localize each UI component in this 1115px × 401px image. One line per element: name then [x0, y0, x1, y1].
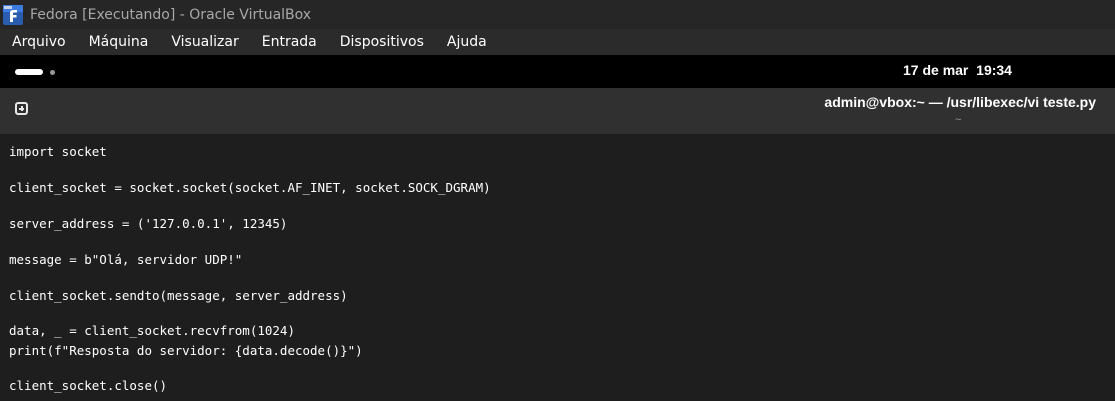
code-line: data, _ = client_socket.recvfrom(1024) [9, 323, 295, 338]
code-line: client_socket.sendto(message, server_add… [9, 288, 348, 303]
new-tab-icon[interactable] [15, 102, 28, 115]
gnome-top-bar: 17 de mar 19:34 [0, 55, 1115, 88]
code-line: import socket [9, 144, 107, 159]
terminal-header-bar: admin@vbox:~ — /usr/libexec/vi teste.py … [0, 88, 1115, 134]
terminal-title: admin@vbox:~ — /usr/libexec/vi teste.py [824, 94, 1096, 110]
window-titlebar[interactable]: Fedora [Executando] - Oracle VirtualBox [0, 0, 1115, 29]
virtualbox-app-icon [3, 4, 23, 25]
workspace-dot [50, 69, 55, 75]
code-line: print(f"Resposta do servidor: {data.deco… [9, 343, 363, 358]
window-title: Fedora [Executando] - Oracle VirtualBox [30, 6, 312, 23]
activities-indicator-icon[interactable] [15, 69, 55, 75]
code-line: client_socket = socket.socket(socket.AF_… [9, 180, 491, 195]
code-line: message = b"Olá, servidor UDP!" [9, 252, 243, 267]
code-line: client_socket.close() [9, 378, 168, 393]
active-workspace-pill [15, 69, 43, 75]
menu-visualizar[interactable]: Visualizar [159, 29, 249, 55]
code-line: server_address = ('127.0.0.1', 12345) [9, 216, 288, 231]
date-time-clock[interactable]: 17 de mar 19:34 [903, 62, 1012, 78]
terminal-subtitle: ~ [955, 114, 962, 126]
menu-entrada[interactable]: Entrada [250, 29, 328, 55]
menu-maquina[interactable]: Máquina [77, 29, 160, 55]
menu-arquivo[interactable]: Arquivo [0, 29, 77, 55]
menu-dispositivos[interactable]: Dispositivos [328, 29, 435, 55]
menu-ajuda[interactable]: Ajuda [435, 29, 498, 55]
menubar: Arquivo Máquina Visualizar Entrada Dispo… [0, 29, 1115, 55]
terminal-content[interactable]: import socket client_socket = socket.soc… [0, 134, 1115, 401]
